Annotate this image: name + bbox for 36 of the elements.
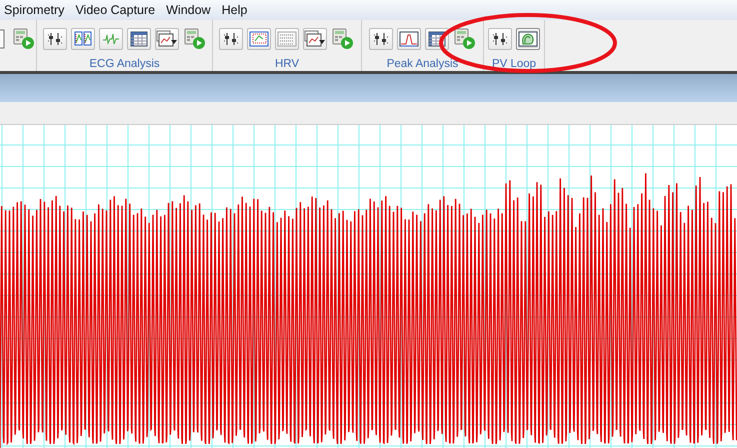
calculator-play-icon [13,28,35,50]
toolbar-button[interactable] [488,28,512,50]
sliders-icon [491,31,509,47]
menu-item[interactable]: Window [162,3,218,17]
table-icon [130,31,148,47]
toolbar-button[interactable] [368,28,392,50]
sliders-icon [46,31,64,47]
menu-item[interactable]: Video Capture [71,3,162,17]
toolbar-button[interactable] [70,28,94,50]
toolbar-button[interactable] [396,28,420,50]
chart-dropdown-icon [156,30,178,48]
waveform-icon [102,31,120,47]
loop-chart-icon [518,31,538,47]
peak-chart-icon [398,31,418,47]
toolbar-button[interactable] [219,28,243,50]
sliders-icon [372,31,390,47]
group-label: HRV [274,58,300,70]
scatter-chart-icon [249,31,269,47]
group-label: ECG Analysis [89,58,160,70]
toolbar-button[interactable] [247,28,271,50]
sliders-icon [222,31,240,47]
calculator-play-icon [454,28,476,50]
menu-item[interactable]: Help [218,3,254,17]
calculator-play-icon [332,28,354,50]
toolbar-button[interactable] [516,28,540,50]
menu-item[interactable]: Spirometry [0,3,72,17]
chart-dropdown-icon [304,30,326,48]
calculator-play-icon [184,28,206,50]
chart-pair-icon [74,31,92,47]
group-label: PV Loop [492,58,536,70]
toolbar-button[interactable] [154,28,178,50]
toolbar-button[interactable] [42,28,66,50]
list-icon [277,31,297,47]
group-label: Peak Analysis [386,58,458,70]
toolbar-button[interactable] [126,28,150,50]
toolbar-button[interactable] [303,28,327,50]
